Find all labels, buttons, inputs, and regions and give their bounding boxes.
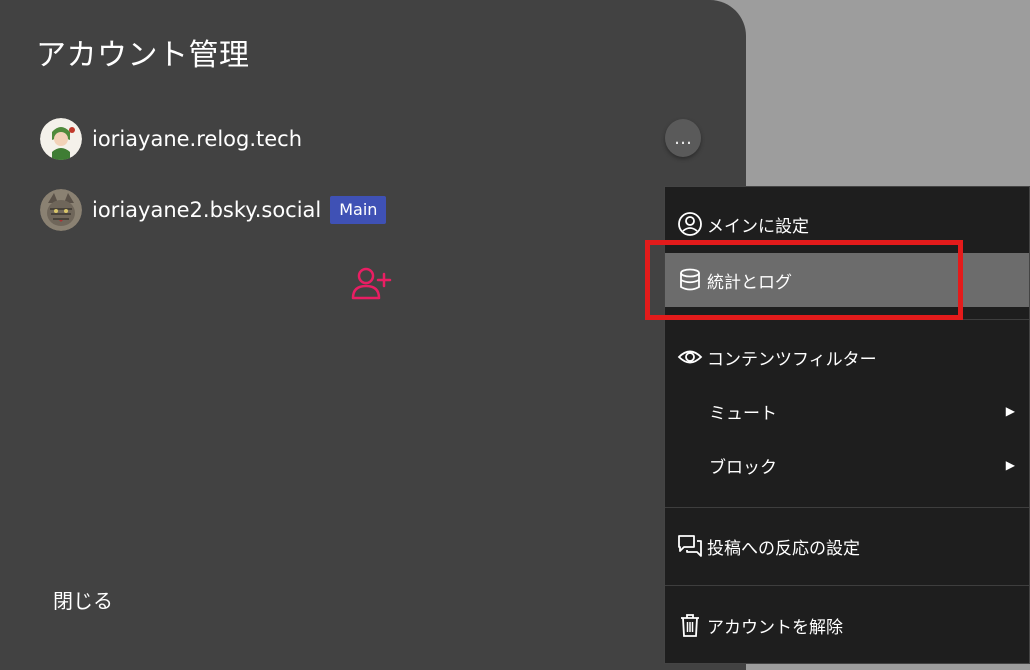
add-account-button[interactable]: [350, 266, 394, 302]
account-management-dialog: アカウント管理 ioriayane.relog.tech ioriayane2.…: [0, 0, 746, 670]
menu-item-reaction-settings[interactable]: 投稿への反応の設定: [665, 519, 1029, 573]
menu-item-mute[interactable]: ミュート ▶: [665, 384, 1029, 438]
avatar: [40, 118, 82, 160]
menu-item-label: アカウントを解除: [707, 617, 843, 638]
menu-item-label: ブロック: [709, 457, 777, 478]
submenu-arrow-icon: ▶: [1005, 458, 1015, 472]
account-row[interactable]: ioriayane.relog.tech: [40, 117, 302, 161]
menu-item-remove-account[interactable]: アカウントを解除: [665, 598, 1029, 652]
more-options-button[interactable]: …: [665, 119, 701, 157]
dialog-title: アカウント管理: [36, 38, 250, 73]
menu-item-label: 投稿への反応の設定: [707, 538, 860, 559]
main-badge: Main: [330, 196, 387, 224]
menu-item-label: ミュート: [709, 403, 777, 424]
avatar: [40, 189, 82, 231]
close-button[interactable]: 閉じる: [53, 585, 113, 614]
menu-item-content-filter[interactable]: コンテンツフィルター: [665, 330, 1029, 384]
trash-icon: [677, 612, 703, 638]
menu-item-label: メインに設定: [707, 216, 809, 237]
account-row[interactable]: ioriayane2.bsky.social Main: [40, 188, 387, 232]
menu-item-label: コンテンツフィルター: [707, 349, 877, 370]
forum-icon: [677, 533, 703, 559]
account-handle: ioriayane2.bsky.social: [92, 198, 322, 222]
menu-divider: [665, 585, 1029, 586]
submenu-arrow-icon: ▶: [1005, 404, 1015, 418]
add-user-icon: [351, 267, 392, 300]
eye-icon: [677, 344, 703, 370]
menu-divider: [665, 507, 1029, 508]
account-handle: ioriayane.relog.tech: [92, 127, 303, 151]
highlight-callout-box: [645, 240, 963, 320]
menu-item-block[interactable]: ブロック ▶: [665, 438, 1029, 492]
account-circle-icon: [677, 211, 703, 237]
